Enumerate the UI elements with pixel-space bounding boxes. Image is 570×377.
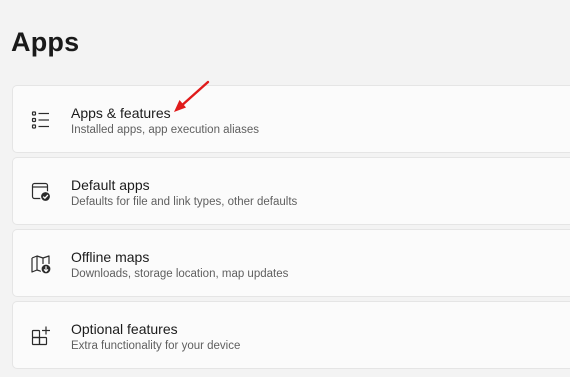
item-subtitle: Extra functionality for your device (71, 340, 241, 352)
offline-maps-item[interactable]: Offline maps Downloads, storage location… (12, 229, 570, 297)
add-features-icon (30, 325, 52, 347)
item-title: Apps & features (71, 105, 171, 121)
item-title: Optional features (71, 321, 178, 337)
default-apps-item[interactable]: Default apps Defaults for file and link … (12, 157, 570, 225)
optional-features-item[interactable]: Optional features Extra functionality fo… (12, 301, 570, 369)
apps-and-features-item[interactable]: Apps & features Installed apps, app exec… (12, 85, 570, 153)
item-title: Default apps (71, 177, 150, 193)
list-icon (30, 109, 52, 131)
map-download-icon (30, 253, 52, 275)
item-title: Offline maps (71, 249, 150, 265)
page-title: Apps (11, 27, 80, 57)
item-subtitle: Downloads, storage location, map updates (71, 268, 289, 280)
item-subtitle: Installed apps, app execution aliases (71, 124, 259, 136)
default-apps-icon (30, 181, 52, 203)
settings-list: Apps & features Installed apps, app exec… (12, 85, 570, 373)
item-subtitle: Defaults for file and link types, other … (71, 196, 298, 208)
